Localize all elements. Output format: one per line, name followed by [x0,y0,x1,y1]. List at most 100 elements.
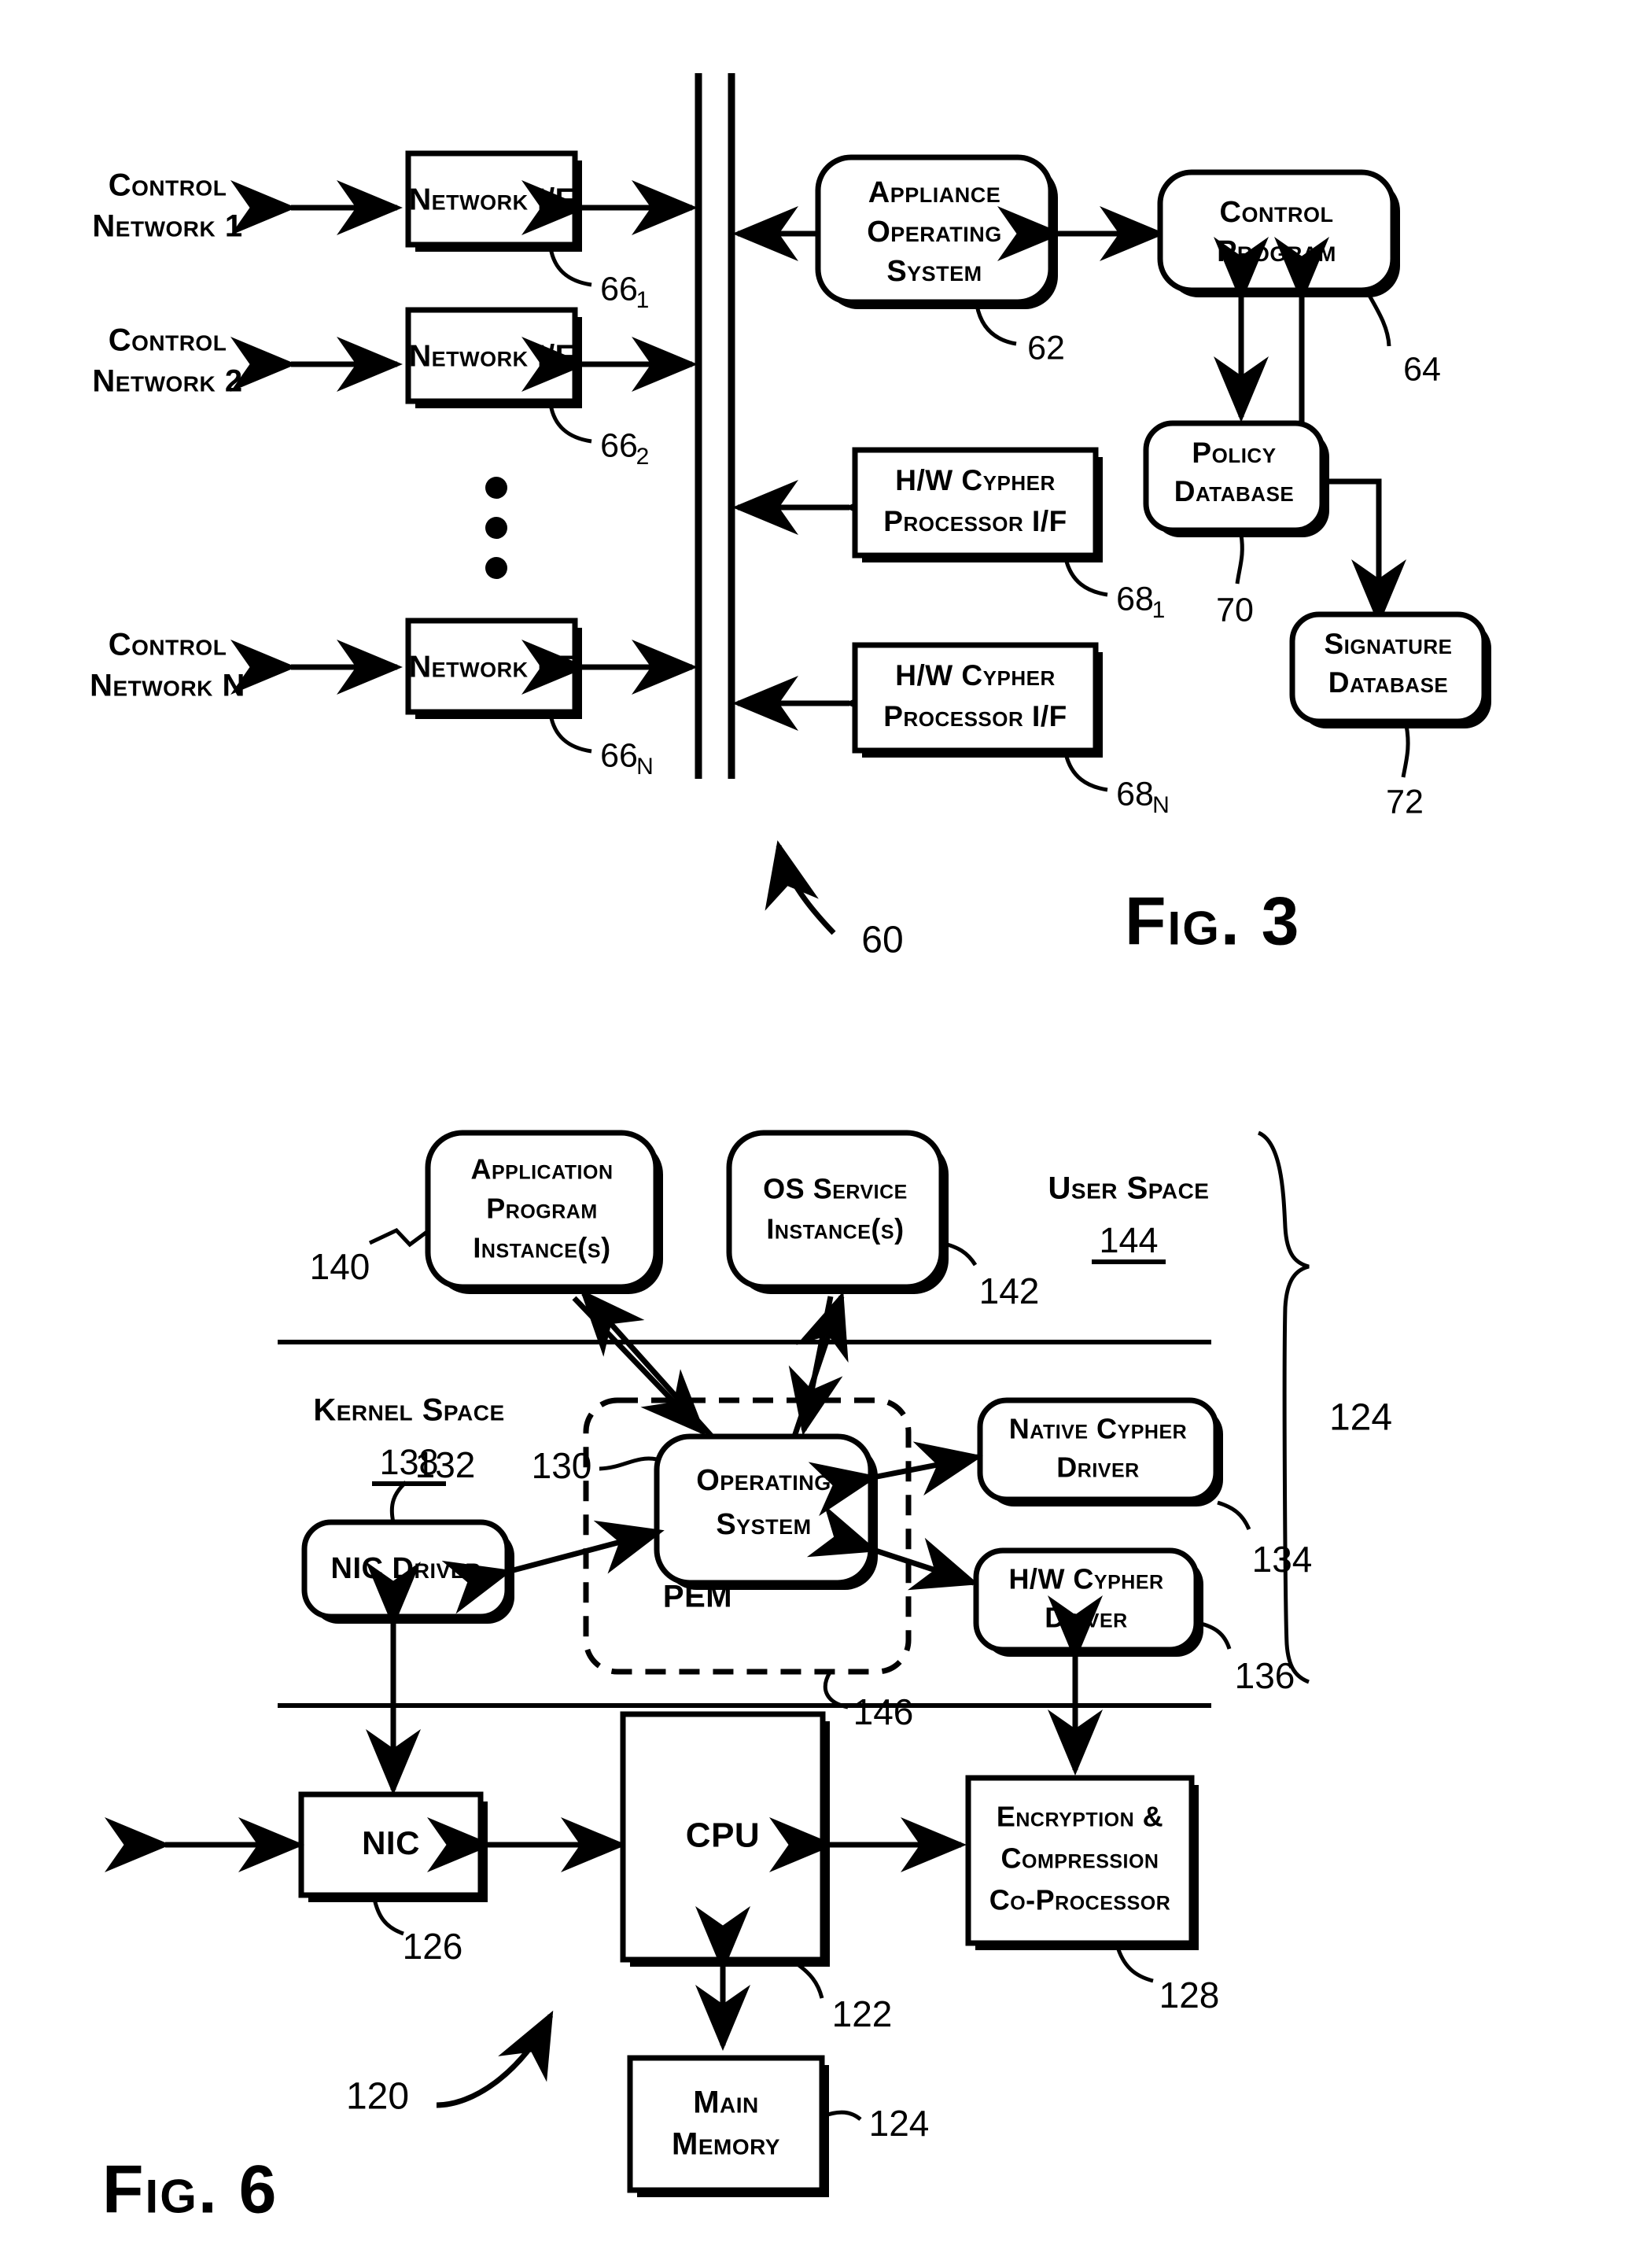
network-if-2-label: Network I/F [409,339,574,373]
ref-134: 134 [1252,1539,1313,1580]
ref-136: 136 [1235,1655,1295,1696]
os-service-instances-label-line2: Instance(s) [766,1213,904,1245]
nic-driver-label: NIC Driver [331,1552,481,1585]
user-space-label: User Space [1048,1171,1210,1206]
brace-124 [1257,1130,1310,1684]
nic-label: NIC [362,1824,420,1861]
ref-120: 120 [346,2076,409,2118]
application-program-instances-label-line2: Program [486,1193,597,1225]
control-program-label-line1: Control [1220,196,1334,229]
drawing-canvas: Control Network 1 Network I/F 66 1 Contr… [90,73,1491,2228]
main-memory-label-line1: Main [693,2085,759,2120]
operating-system-label-line2: System [716,1508,811,1541]
os-service-instances-box [726,1130,945,1290]
control-network-n-label-line2: Network N [90,669,245,703]
application-program-instances-label-line3: Instance(s) [473,1232,610,1264]
coprocessor-label-line2: Compression [1001,1842,1159,1875]
hw-cypher-driver-label-line1: H/W Cypher [1008,1563,1163,1595]
ref-140: 140 [310,1246,370,1287]
appliance-os-label-line3: System [886,255,982,288]
ref-146: 146 [853,1691,914,1732]
ref-124: 124 [869,2103,930,2144]
figure-3-caption: Fig. 3 [1125,884,1301,960]
figure-6-caption: Fig. 6 [102,2152,278,2228]
control-network-n-label-line1: Control [109,628,227,662]
ref-142: 142 [979,1270,1040,1311]
application-program-instances-label-line1: Application [470,1153,613,1186]
appliance-os-label-line2: Operating [867,216,1002,249]
appliance-os-label-line1: Appliance [868,176,1000,209]
signature-db-label-line1: Signature [1324,628,1452,660]
ref-68-n-subscript: N [1152,792,1170,818]
leader-arrow-120 [436,2010,554,2108]
leader-134 [1217,1500,1251,1531]
arrow-os-service-instances-to-os [788,1296,843,1436]
ref-bracket-124: 124 [1329,1397,1392,1439]
control-network-1-label-line1: Control [109,168,227,203]
ref-66-n: 66 [600,736,638,774]
leader-62 [975,304,1017,346]
arrow-os-to-native-cypher-driver [808,1441,983,1517]
os-service-instances-label-line1: OS Service [763,1173,908,1205]
main-memory-box [627,2055,825,2193]
control-network-1-label-line2: Network 1 [92,209,242,244]
kernel-space-label: Kernel Space [313,1393,504,1428]
native-cypher-driver-label-line2: Driver [1056,1451,1139,1484]
vertical-ellipsis [485,477,507,579]
arrow-os-to-application-program-instances [580,1289,714,1439]
leader-64 [1366,293,1391,347]
network-if-n-label: Network I/F [409,650,574,684]
ref-66-1-subscript: 1 [636,287,650,313]
control-network-2-label-line1: Control [109,323,227,358]
control-network-2-label-line2: Network 2 [92,364,242,399]
control-program-box [1157,169,1396,293]
ref-70: 70 [1216,591,1254,629]
ref-122: 122 [832,1993,893,2034]
cpu-label: CPU [686,1816,760,1855]
ref-66-2-subscript: 2 [636,444,650,470]
arrow-os-to-hw-cypher-driver [806,1504,979,1591]
ref-72: 72 [1386,783,1424,821]
main-memory-label-line2: Memory [672,2127,780,2162]
leader-140 [368,1227,429,1248]
ref-64: 64 [1403,350,1441,388]
ref-68-n: 68 [1116,775,1154,813]
leader-68-1 [1063,558,1108,597]
ref-66-2: 66 [600,426,638,464]
leader-arrow-60 [765,840,836,935]
hw-cypher-if-1-label-line1: H/W Cypher [895,464,1056,496]
figure-3: Control Network 1 Network I/F 66 1 Contr… [90,73,1491,961]
ref-66-1: 66 [600,270,638,308]
leader-122 [793,1960,824,1999]
patent-drawing-sheet: Control Network 1 Network I/F 66 1 Contr… [0,0,1625,2268]
ref-62: 62 [1027,329,1065,367]
hw-cypher-if-n-label-line2: Processor I/F [883,700,1067,732]
control-program-label-line2: Program [1217,235,1336,268]
ref-132: 132 [415,1444,476,1485]
leader-132 [389,1481,407,1523]
ref-126: 126 [403,1926,463,1967]
coprocessor-label-line1: Encryption & [997,1801,1163,1833]
hw-cypher-if-n-label-line1: H/W Cypher [895,659,1056,691]
signature-db-label-line2: Database [1328,666,1449,699]
leader-66-2 [548,404,592,444]
native-cypher-driver-label-line1: Native Cypher [1009,1413,1187,1445]
leader-70 [1235,534,1244,585]
leader-66-n [548,714,592,754]
arrow-application-program-instances-to-os [572,1296,706,1436]
policy-db-label-line2: Database [1174,475,1295,507]
coprocessor-label-line3: Co-Processor [989,1884,1171,1916]
ref-66-n-subscript: N [636,754,654,780]
leader-146 [823,1671,849,1709]
leader-68-n [1063,753,1108,792]
policy-db-label-line1: Policy [1192,437,1276,469]
operating-system-label-line1: Operating [696,1464,831,1497]
network-if-1-label: Network I/F [409,183,574,216]
ref-60: 60 [861,920,903,961]
ref-144: 144 [1099,1220,1158,1260]
leader-130 [599,1456,658,1471]
ref-68-1-subscript: 1 [1152,597,1166,623]
figure-6: Application Program Instance(s) 140 OS S… [102,1130,1392,2228]
leader-66-1 [548,247,592,287]
ref-128: 128 [1159,1975,1220,2015]
